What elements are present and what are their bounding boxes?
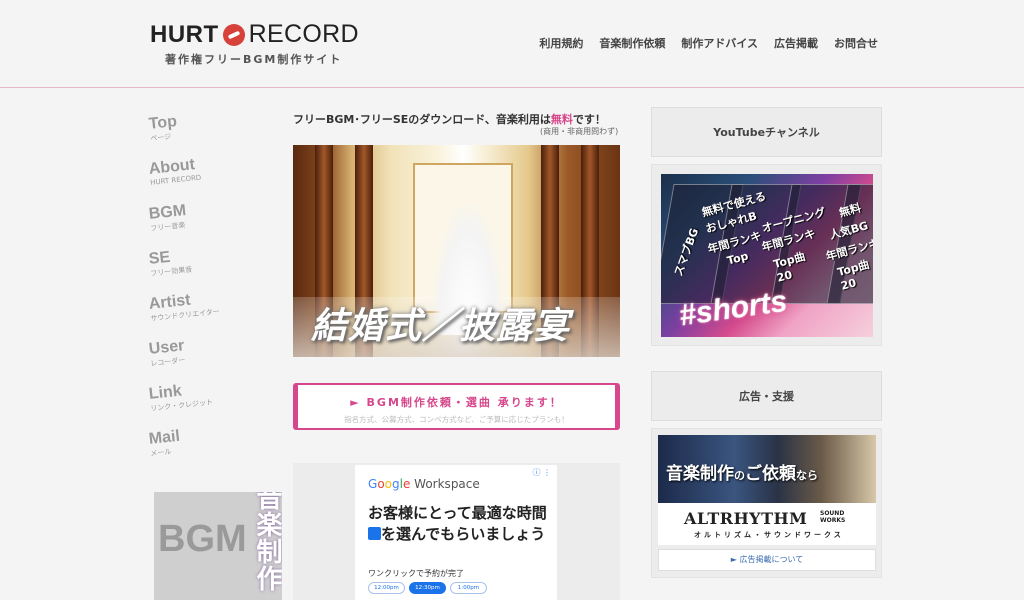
ad2-kana: オルトリズム・サウンドワークス xyxy=(694,531,844,539)
ad2-brand-sub-line: WORKS xyxy=(820,517,846,524)
ad-brand: Google Workspace xyxy=(368,477,480,491)
ad2-brand-sub: SOUND WORKS xyxy=(820,510,845,524)
bgm-request-cta-button[interactable]: ► BGM制作依頼・選曲 承ります！ 指名方式、公募方式、コンペ方式など、ご予算… xyxy=(293,383,620,430)
site-logo[interactable]: HURT RECORD xyxy=(150,20,359,49)
logo-mark-icon xyxy=(222,23,245,46)
ad2-headline: 音楽制作のご依頼なら xyxy=(666,459,818,484)
ad-brand-letter: o xyxy=(384,477,392,491)
intro-note: (商用・非商用問わず) xyxy=(540,127,619,136)
site-tagline: 著作権フリーBGM制作サイト xyxy=(165,53,343,66)
ad-headline-part: お客様にとって最適な時間 xyxy=(368,504,547,522)
ad-headline: お客様にとって最適な時間を選んでもらいましょう xyxy=(368,503,553,545)
calendar-icon xyxy=(368,527,381,540)
banner-bgm-text: BGM xyxy=(158,518,247,560)
advertising-info-link[interactable]: ► 広告掲載について xyxy=(658,549,876,571)
ad-brand-rest: Workspace xyxy=(410,477,480,491)
google-workspace-ad[interactable]: Google Workspace ⓘ ⋮ お客様にとって最適な時間を選んでもらい… xyxy=(355,465,557,600)
ad-info-icon[interactable]: ⓘ ⋮ xyxy=(532,467,551,478)
ad2-brand-sub-line: SOUND xyxy=(820,510,845,517)
altrhythm-ad-banner[interactable]: 音楽制作のご依頼なら ALTRHYTHM SOUND WORKS オルトリズム・… xyxy=(658,435,876,545)
nav-terms[interactable]: 利用規約 xyxy=(539,35,583,51)
logo-text-hurt: HURT xyxy=(150,20,219,48)
ad-brand-letter: G xyxy=(368,477,378,491)
youtube-widget-title: YouTubeチャンネル xyxy=(651,107,882,157)
bgm-production-banner[interactable]: BGM 音楽制作 xyxy=(154,492,282,600)
logo-text-record: RECORD xyxy=(248,20,359,48)
ad-time-slot[interactable]: 1:00pm xyxy=(450,582,487,594)
ad-headline-part: を選んでもらいましょう xyxy=(381,525,546,543)
nav-production-request[interactable]: 音楽制作依頼 xyxy=(599,35,665,51)
ads-widget-title: 広告・支援 xyxy=(651,371,882,421)
intro-suffix: です！ xyxy=(572,113,606,126)
google-ad-container: Google Workspace ⓘ ⋮ お客様にとって最適な時間を選んでもらい… xyxy=(293,463,620,600)
youtube-widget: 無料で使える おしゃれB 年間ランキ Top オープニング 年間ランキ Top曲… xyxy=(651,164,882,346)
hero-banner-wedding[interactable]: 結婚式／披露宴 xyxy=(293,145,620,357)
ad-brand-letter: o xyxy=(377,477,385,491)
hero-caption: 結婚式／披露宴 xyxy=(311,305,571,347)
ad2-head-part: なら xyxy=(796,469,818,482)
ad-brand-letter: g xyxy=(392,477,400,491)
ad-time-slot[interactable]: 12:00pm xyxy=(368,582,405,594)
nav-contact[interactable]: お問合せ xyxy=(834,35,878,51)
ad-subtext: ワンクリックで予約が完了 xyxy=(368,569,464,578)
ad-time-slot-selected[interactable]: 12:30pm xyxy=(409,582,446,594)
banner-vertical-text: 音楽制作 xyxy=(252,492,282,592)
site-header: HURT RECORD 著作権フリーBGM制作サイト 利用規約 音楽制作依頼 制… xyxy=(0,0,1024,88)
ad2-head-part: ご依頼 xyxy=(745,464,796,484)
nav-production-advice[interactable]: 制作アドバイス xyxy=(681,35,758,51)
intro-prefix: フリーBGM･フリーSEのダウンロード、音楽利用は xyxy=(293,113,551,126)
top-nav: 利用規約 音楽制作依頼 制作アドバイス 広告掲載 お問合せ xyxy=(539,35,878,51)
ad2-head-part: 音楽制作 xyxy=(666,464,734,484)
intro-text: フリーBGM･フリーSEのダウンロード、音楽利用は無料です！ xyxy=(293,111,606,127)
ad-time-slots: 12:00pm 12:30pm 1:00pm xyxy=(368,582,487,594)
side-nav: Top ページ About HURT RECORD BGM フリー音楽 SE フ… xyxy=(148,113,258,476)
ads-widget: 音楽制作のご依頼なら ALTRHYTHM SOUND WORKS オルトリズム・… xyxy=(651,428,882,578)
nav-advertising[interactable]: 広告掲載 xyxy=(774,35,818,51)
cta-main-text: ► BGM制作依頼・選曲 承ります！ xyxy=(350,396,563,409)
cta-sub-text: 指名方式、公募方式、コンペ方式など、ご予算に応じたプランも！ xyxy=(344,415,569,424)
intro-free-highlight: 無料 xyxy=(550,113,573,126)
ad2-brand: ALTRHYTHM xyxy=(684,509,808,528)
youtube-shorts-thumbnail[interactable]: 無料で使える おしゃれB 年間ランキ Top オープニング 年間ランキ Top曲… xyxy=(661,174,873,337)
ad2-head-part: の xyxy=(734,469,745,482)
